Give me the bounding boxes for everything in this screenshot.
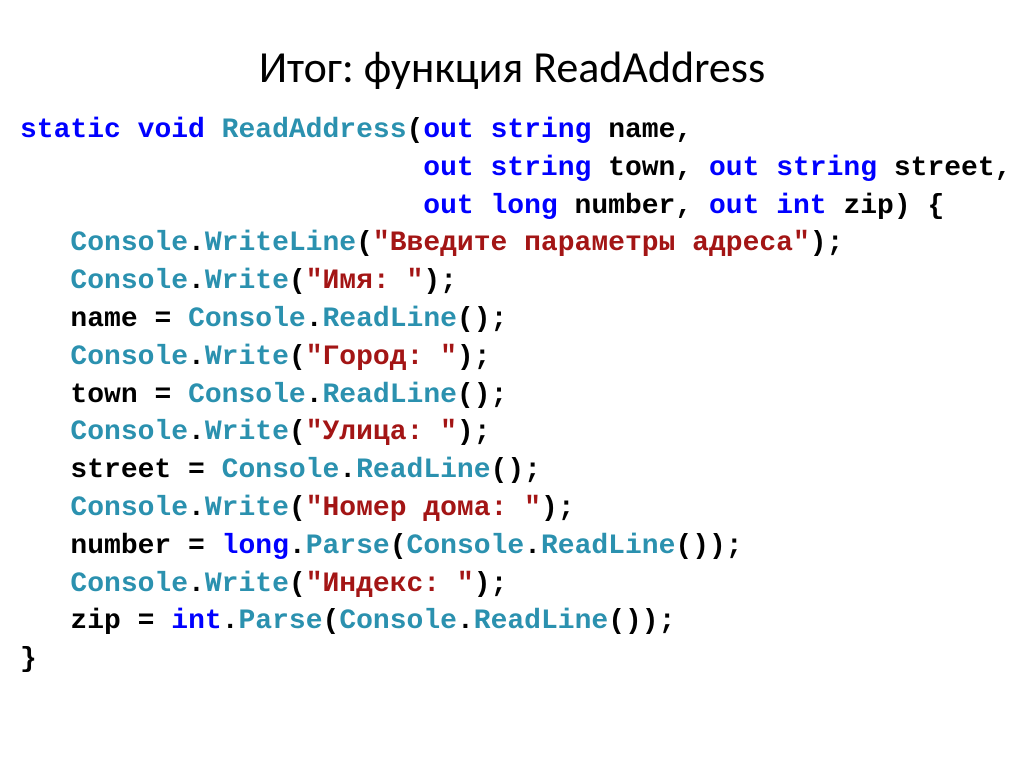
str-town: "Город: " [306,342,457,373]
str-zip: "Индекс: " [306,569,474,600]
code-block: static void ReadAddress(out string name,… [20,112,1004,679]
var-name: name [70,304,137,335]
var-street: street [70,455,171,486]
console: Console [70,266,188,297]
param-street: street [894,153,995,184]
readline: ReadLine [323,304,457,335]
console: Console [70,417,188,448]
console: Console [70,342,188,373]
long-type: long [222,531,289,562]
kw-string: string [491,115,592,146]
str-street: "Улица: " [306,417,457,448]
readline: ReadLine [323,380,457,411]
var-number: number [70,531,171,562]
str-name: "Имя: " [306,266,424,297]
fn-name: ReadAddress [222,115,407,146]
kw-static: static [20,115,121,146]
write: Write [205,569,289,600]
console: Console [188,304,306,335]
kw-void: void [138,115,205,146]
param-town: town [608,153,675,184]
write: Write [205,493,289,524]
console: Console [188,380,306,411]
console: Console [70,569,188,600]
slide-title: Итог: функция ReadAddress [20,40,1004,94]
kw-out: out [423,191,473,222]
param-name: name [608,115,675,146]
readline: ReadLine [474,606,608,637]
parse: Parse [306,531,390,562]
console: Console [70,228,188,259]
parse: Parse [239,606,323,637]
kw-out: out [423,153,473,184]
var-zip: zip [70,606,120,637]
kw-int: int [776,191,826,222]
readline: ReadLine [356,455,490,486]
kw-string: string [491,153,592,184]
kw-out: out [423,115,473,146]
console: Console [70,493,188,524]
var-town: town [70,380,137,411]
param-zip: zip [843,191,893,222]
param-number: number [575,191,676,222]
str-number: "Номер дома: " [306,493,541,524]
str-prompt: "Введите параметры адреса" [373,228,810,259]
console: Console [407,531,525,562]
slide-container: Итог: функция ReadAddress static void Re… [0,0,1024,699]
console: Console [222,455,340,486]
kw-long: long [491,191,558,222]
writeline: WriteLine [205,228,356,259]
write: Write [205,417,289,448]
int-type: int [171,606,221,637]
kw-out: out [709,191,759,222]
write: Write [205,342,289,373]
write: Write [205,266,289,297]
console: Console [339,606,457,637]
readline: ReadLine [541,531,675,562]
kw-string: string [776,153,877,184]
kw-out: out [709,153,759,184]
